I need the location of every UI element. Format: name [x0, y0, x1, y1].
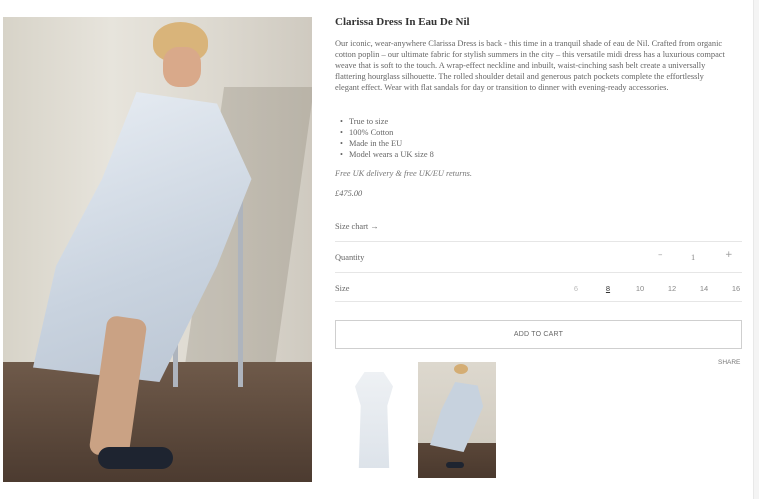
size-option-6[interactable]: 6 — [560, 284, 592, 293]
feature-item: 100% Cotton — [340, 127, 434, 138]
add-to-cart-button[interactable]: ADD TO CART — [335, 320, 742, 349]
thumb-sandal — [446, 462, 464, 468]
quantity-value[interactable]: 1 — [691, 253, 695, 262]
size-option-16[interactable]: 16 — [720, 284, 752, 293]
sandal — [98, 447, 173, 469]
quantity-label: Quantity — [335, 253, 365, 262]
product-features: True to size 100% Cotton Made in the EU … — [340, 116, 434, 160]
size-option-12[interactable]: 12 — [656, 284, 688, 293]
size-option-14[interactable]: 14 — [688, 284, 720, 293]
size-chart-link[interactable]: Size chart → — [335, 222, 379, 231]
feature-item: Made in the EU — [340, 138, 434, 149]
product-hero-image — [3, 17, 312, 482]
product-title: Clarissa Dress In Eau De Nil — [335, 16, 470, 28]
thumbnail-dress-flat[interactable] — [335, 362, 413, 478]
feature-item: Model wears a UK size 8 — [340, 149, 434, 160]
quantity-increase-button[interactable]: + — [725, 250, 733, 260]
delivery-note: Free UK delivery & free UK/EU returns. — [335, 169, 472, 178]
page-scrollbar[interactable] — [753, 0, 759, 499]
product-description: Our iconic, wear-anywhere Clarissa Dress… — [335, 39, 725, 92]
quantity-row: Quantity – 1 + — [335, 241, 742, 271]
dress-flat-shape — [355, 372, 393, 468]
size-option-10[interactable]: 10 — [624, 284, 656, 293]
size-label: Size — [335, 284, 350, 293]
thumb-model-hair — [454, 364, 468, 374]
share-link[interactable]: SHARE — [718, 359, 740, 366]
size-row: Size 6 8 10 12 14 16 — [335, 272, 742, 302]
thumb-dress-shape — [430, 382, 484, 452]
product-price: £475.00 — [335, 189, 363, 198]
quantity-decrease-button[interactable]: – — [658, 250, 663, 260]
model-face — [163, 47, 201, 87]
feature-item: True to size — [340, 116, 434, 127]
size-selector: 6 8 10 12 14 16 — [560, 284, 752, 293]
thumbnail-model-seated[interactable] — [418, 362, 496, 478]
size-option-8[interactable]: 8 — [592, 284, 624, 293]
